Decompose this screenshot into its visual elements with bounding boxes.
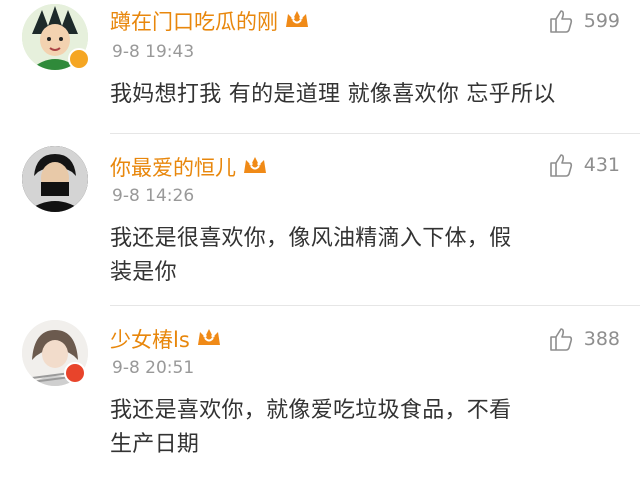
- like-button[interactable]: 599: [548, 8, 620, 34]
- verified-badge-icon: [68, 48, 90, 70]
- username[interactable]: 你最爱的恒儿: [110, 152, 268, 182]
- comment-item: 蹲在门口吃瓜的刚 9-8 19:43 599 我妈想打我 有的是道理 就像喜欢你…: [0, 0, 640, 140]
- avatar[interactable]: [22, 146, 88, 212]
- comment-item: 你最爱的恒儿 9-8 14:26 431 我还是很喜欢你，像风油精滴入下体，假装…: [0, 134, 640, 306]
- timestamp: 9-8 14:26: [112, 186, 195, 206]
- thumbs-up-icon: [549, 10, 572, 33]
- vip-crown-icon: [196, 326, 222, 353]
- like-count: 388: [583, 328, 620, 350]
- vip-crown-icon: [284, 8, 310, 35]
- comment-item: 少女椿ls 9-8 20:51 388 我还是喜欢你，就像爱吃垃圾食品，不看生产…: [0, 306, 640, 484]
- vip-crown-icon: [242, 154, 268, 181]
- username-text: 你最爱的恒儿: [110, 156, 236, 180]
- like-count: 599: [583, 10, 620, 32]
- thumbs-up-icon: [549, 328, 572, 351]
- comment-text: 我妈想打我 有的是道理 就像喜欢你 忘乎所以: [110, 82, 556, 107]
- timestamp: 9-8 19:43: [112, 42, 195, 62]
- avatar-image: [22, 146, 88, 212]
- verified-badge-icon: [64, 362, 86, 384]
- like-count: 431: [583, 154, 620, 176]
- username[interactable]: 蹲在门口吃瓜的刚: [110, 6, 310, 36]
- username-text: 少女椿ls: [110, 328, 190, 352]
- thumbs-up-icon: [549, 154, 572, 177]
- like-button[interactable]: 388: [548, 326, 620, 352]
- comment-text: 我还是喜欢你，就像爱吃垃圾食品，不看生产日期: [110, 398, 512, 457]
- comment-text: 我还是很喜欢你，像风油精滴入下体，假装是你: [110, 226, 512, 285]
- like-button[interactable]: 431: [548, 152, 620, 178]
- username-text: 蹲在门口吃瓜的刚: [110, 10, 278, 34]
- timestamp: 9-8 20:51: [112, 358, 195, 378]
- username[interactable]: 少女椿ls: [110, 324, 222, 354]
